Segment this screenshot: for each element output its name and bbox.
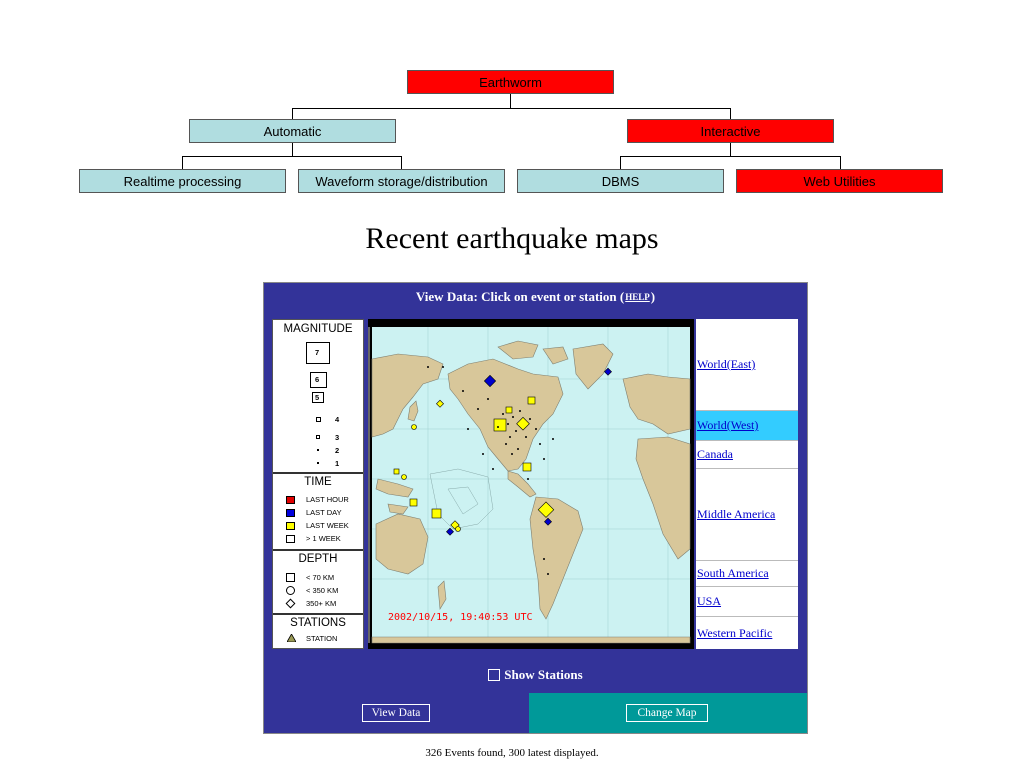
region-link-canada[interactable]: Canada	[696, 441, 798, 469]
time-last-hour-label: LAST HOUR	[306, 495, 349, 504]
legend-stations-title: STATIONS	[290, 617, 346, 629]
region-link-usa[interactable]: USA	[696, 587, 798, 617]
slide-title: Recent earthquake maps	[365, 222, 659, 255]
tree-node-realtime-processing: Realtime processing	[79, 169, 286, 193]
tree-connector	[292, 143, 293, 156]
tree-connector	[182, 156, 402, 157]
earthquake-map-app: View Data: Click on event or station ( H…	[263, 282, 808, 734]
magnitude-2-marker	[317, 449, 319, 451]
change-map-panel: Change Map	[529, 693, 807, 733]
station-triangle-icon	[287, 634, 296, 642]
change-map-button[interactable]: Change Map	[626, 704, 708, 722]
depth-intermediate-label: < 350 KM	[306, 586, 339, 595]
legend-divider	[273, 472, 363, 474]
time-older-swatch	[286, 535, 295, 543]
show-stations-checkbox[interactable]	[488, 669, 501, 681]
depth-deep-label: 350+ KM	[306, 599, 337, 608]
legend-time-title: TIME	[304, 476, 332, 488]
magnitude-6-label: 6	[315, 375, 320, 384]
magnitude-2-label: 2	[335, 446, 340, 455]
map-legend: MAGNITUDE 7 6 5 4 3 2 1 TIME LAST HOUR L…	[272, 319, 364, 649]
world-map-canvas[interactable]: 2002/10/15, 19:40:53 UTC	[368, 319, 694, 649]
show-stations-label[interactable]: Show Stations	[504, 667, 582, 683]
region-link-south-america[interactable]: South America	[696, 561, 798, 587]
magnitude-7-label: 7	[315, 348, 320, 357]
region-list: World(East) World(West) Canada Middle Am…	[696, 319, 798, 649]
magnitude-1-marker	[317, 462, 319, 464]
depth-intermediate-circle	[286, 586, 295, 595]
tree-connector	[620, 156, 621, 169]
tree-node-automatic: Automatic	[189, 119, 396, 143]
tree-connector	[401, 156, 402, 169]
legend-magnitude-title: MAGNITUDE	[283, 323, 353, 335]
legend-depth-title: DEPTH	[298, 553, 338, 565]
magnitude-4-label: 4	[335, 415, 340, 424]
magnitude-3-label: 3	[335, 433, 340, 442]
view-data-panel: View Data	[264, 693, 529, 733]
show-stations-bar: Show Stations	[264, 657, 807, 693]
time-last-day-label: LAST DAY	[306, 508, 342, 517]
app-header: View Data: Click on event or station ( H…	[264, 283, 807, 311]
app-body: MAGNITUDE 7 6 5 4 3 2 1 TIME LAST HOUR L…	[264, 311, 807, 657]
tree-node-interactive: Interactive	[627, 119, 834, 143]
time-last-week-swatch	[286, 522, 295, 530]
tree-node-web-utilities: Web Utilities	[736, 169, 943, 193]
magnitude-4-marker	[316, 417, 321, 422]
tree-node-dbms: DBMS	[517, 169, 724, 193]
region-link-world-west[interactable]: World(West)	[696, 411, 798, 441]
tree-node-earthworm: Earthworm	[407, 70, 614, 94]
world-map[interactable]: 2002/10/15, 19:40:53 UTC	[368, 319, 694, 649]
tree-connector	[620, 156, 841, 157]
region-link-world-east[interactable]: World(East)	[696, 319, 798, 411]
header-text: View Data: Click on event or station (	[415, 289, 625, 304]
depth-shallow-label: < 70 KM	[306, 573, 335, 582]
tree-connector	[292, 108, 731, 109]
tree-connector	[510, 94, 511, 108]
help-link[interactable]: HELP	[625, 292, 650, 302]
station-label: STATION	[306, 634, 338, 643]
legend-divider	[273, 613, 363, 615]
depth-shallow-square	[286, 573, 295, 582]
events-found-caption: 326 Events found, 300 latest displayed.	[425, 747, 599, 759]
tree-node-waveform-storage: Waveform storage/distribution	[298, 169, 505, 193]
region-link-western-pacific[interactable]: Western Pacific	[696, 617, 798, 649]
time-last-hour-swatch	[286, 496, 295, 504]
map-timestamp: 2002/10/15, 19:40:53 UTC	[388, 612, 533, 623]
region-link-middle-america[interactable]: Middle America	[696, 469, 798, 561]
tree-connector	[730, 143, 731, 156]
magnitude-5-label: 5	[315, 393, 320, 402]
time-last-week-label: LAST WEEK	[306, 521, 349, 530]
legend-divider	[273, 549, 363, 551]
header-text-end: )	[650, 289, 656, 304]
magnitude-3-marker	[316, 435, 320, 439]
tree-connector	[182, 156, 183, 169]
tree-connector	[840, 156, 841, 169]
time-last-day-swatch	[286, 509, 295, 517]
magnitude-1-label: 1	[335, 459, 340, 468]
depth-deep-diamond	[285, 598, 296, 609]
time-older-label: > 1 WEEK	[306, 534, 341, 543]
view-data-button[interactable]: View Data	[362, 704, 430, 722]
